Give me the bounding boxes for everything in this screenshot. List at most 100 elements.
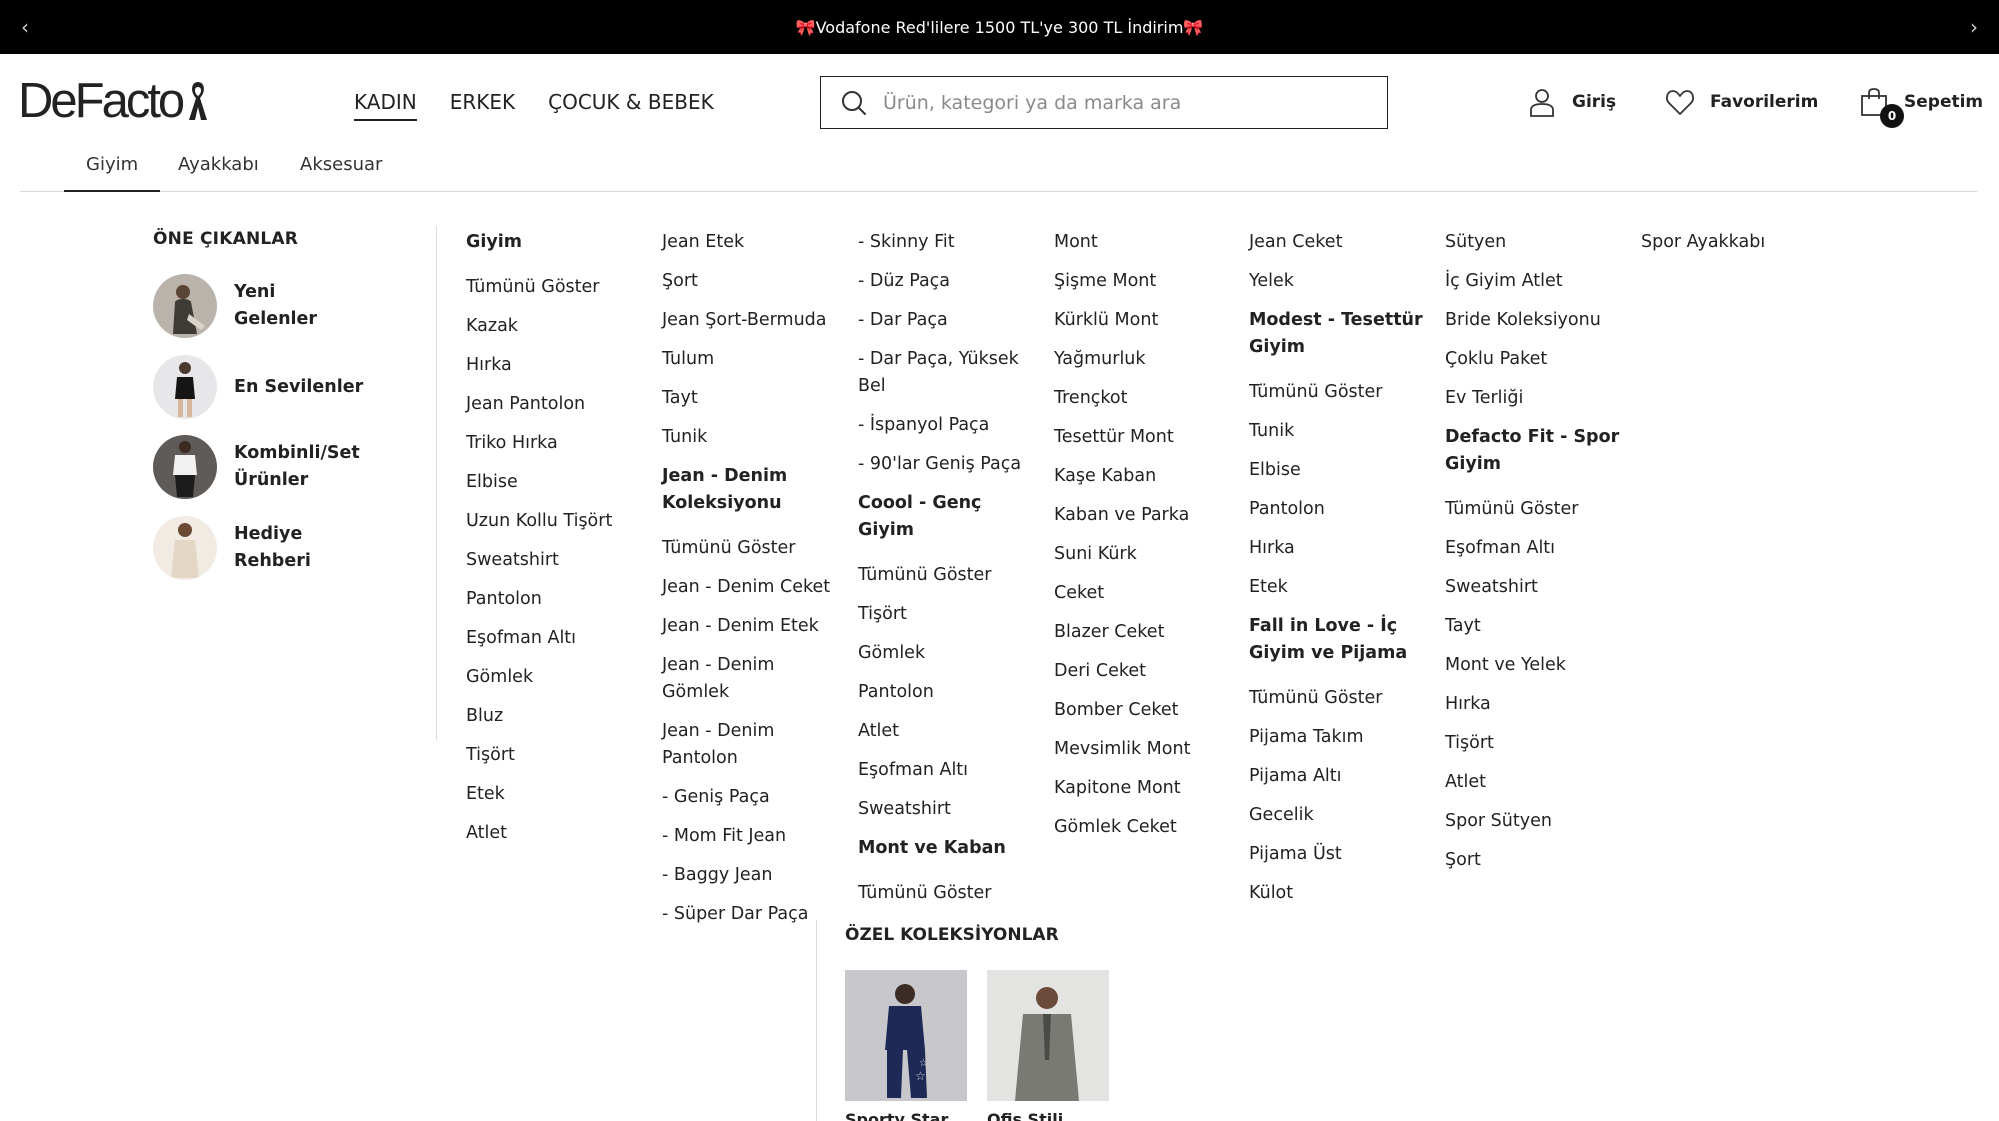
menu-link[interactable]: - Dar Paça, Yüksek Bel (858, 346, 1038, 400)
menu-link[interactable]: İç Giyim Atlet (1445, 268, 1625, 295)
cart-button[interactable]: Sepetim (1858, 86, 1983, 118)
menu-link[interactable]: Çoklu Paket (1445, 346, 1625, 373)
menu-link[interactable]: Eşofman Altı (858, 757, 1038, 784)
menu-link[interactable]: - 90'lar Geniş Paça (858, 451, 1038, 478)
menu-link[interactable]: Tümünü Göster (466, 274, 646, 301)
menu-link[interactable]: Tunik (1249, 418, 1429, 445)
menu-link[interactable]: Pantolon (858, 679, 1038, 706)
menu-link[interactable]: Jean - Denim Etek (662, 613, 842, 640)
menu-link[interactable]: Gömlek (466, 664, 646, 691)
menu-link[interactable]: Spor Sütyen (1445, 808, 1625, 835)
menu-link[interactable]: Kapitone Mont (1054, 775, 1234, 802)
menu-link[interactable]: Yelek (1249, 268, 1429, 295)
menu-link[interactable]: Tümünü Göster (662, 535, 842, 562)
menu-link[interactable]: Bluz (466, 703, 646, 730)
menu-link[interactable]: - Dar Paça (858, 307, 1038, 334)
menu-link[interactable]: Tesettür Mont (1054, 424, 1234, 451)
menu-link[interactable]: Tişört (1445, 730, 1625, 757)
menu-link[interactable]: Gecelik (1249, 802, 1429, 829)
menu-link[interactable]: Mont ve Yelek (1445, 652, 1625, 679)
menu-link[interactable]: Şort (1445, 847, 1625, 874)
menu-link[interactable]: Jean Pantolon (466, 391, 646, 418)
menu-link[interactable]: - Baggy Jean (662, 862, 842, 889)
menu-link[interactable]: Tümünü Göster (1249, 379, 1429, 406)
menu-link[interactable]: Elbise (1249, 457, 1429, 484)
menu-link[interactable]: Etek (1249, 574, 1429, 601)
menu-link[interactable]: Jean - Denim Pantolon (662, 718, 842, 772)
menu-link[interactable]: Pijama Altı (1249, 763, 1429, 790)
menu-heading[interactable]: Fall in Love - İç Giyim ve Pijama (1249, 613, 1429, 667)
menu-link[interactable]: Kaşe Kaban (1054, 463, 1234, 490)
menu-link[interactable]: Jean Etek (662, 229, 842, 256)
menu-link[interactable]: - İspanyol Paça (858, 412, 1038, 439)
menu-link[interactable]: Kazak (466, 313, 646, 340)
menu-link[interactable]: Gömlek (858, 640, 1038, 667)
menu-link[interactable]: Atlet (858, 718, 1038, 745)
menu-link[interactable]: Atlet (466, 820, 646, 847)
menu-link[interactable]: Tümünü Göster (1445, 496, 1625, 523)
menu-link[interactable]: Eşofman Altı (466, 625, 646, 652)
menu-link[interactable]: Jean Ceket (1249, 229, 1429, 256)
menu-link[interactable]: Tayt (1445, 613, 1625, 640)
menu-link[interactable]: Sweatshirt (858, 796, 1038, 823)
menu-link[interactable]: Şort (662, 268, 842, 295)
menu-link[interactable]: Külot (1249, 880, 1429, 907)
menu-link[interactable]: Trençkot (1054, 385, 1234, 412)
tab-ayakkabi[interactable]: Ayakkabı (178, 154, 259, 192)
menu-link[interactable]: Eşofman Altı (1445, 535, 1625, 562)
menu-link[interactable]: Spor Ayakkabı (1641, 229, 1821, 256)
featured-item-kombinli-set[interactable]: Kombinli/Set Ürünler (153, 435, 364, 499)
login-button[interactable]: Giriş (1526, 86, 1616, 118)
menu-link[interactable]: Tümünü Göster (858, 562, 1038, 589)
menu-link[interactable]: Sweatshirt (1445, 574, 1625, 601)
menu-link[interactable]: Kaban ve Parka (1054, 502, 1234, 529)
menu-link[interactable]: Ev Terliği (1445, 385, 1625, 412)
menu-link[interactable]: - Mom Fit Jean (662, 823, 842, 850)
menu-link[interactable]: Pijama Takım (1249, 724, 1429, 751)
tab-aksesuar[interactable]: Aksesuar (300, 154, 382, 192)
menu-link[interactable]: Tişört (466, 742, 646, 769)
featured-item-yeni-gelenler[interactable]: Yeni Gelenler (153, 274, 364, 338)
menu-link[interactable]: Blazer Ceket (1054, 619, 1234, 646)
menu-link[interactable]: Tümünü Göster (858, 880, 1038, 907)
menu-heading[interactable]: Defacto Fit - Spor Giyim (1445, 424, 1625, 478)
menu-link[interactable]: Pantolon (466, 586, 646, 613)
menu-link[interactable]: Suni Kürk (1054, 541, 1234, 568)
menu-link[interactable]: Tişört (858, 601, 1038, 628)
menu-link[interactable]: Sweatshirt (466, 547, 646, 574)
menu-link[interactable]: Jean Şort-Bermuda (662, 307, 842, 334)
menu-link[interactable]: - Skinny Fit (858, 229, 1038, 256)
menu-link[interactable]: Deri Ceket (1054, 658, 1234, 685)
menu-heading[interactable]: Jean - Denim Koleksiyonu (662, 463, 842, 517)
menu-link[interactable]: Şişme Mont (1054, 268, 1234, 295)
chevron-left-icon[interactable]: ‹ (0, 0, 50, 54)
menu-link[interactable]: Tunik (662, 424, 842, 451)
menu-heading[interactable]: Giyim (466, 229, 646, 256)
menu-link[interactable]: Kürklü Mont (1054, 307, 1234, 334)
menu-link[interactable]: Sütyen (1445, 229, 1625, 256)
menu-link[interactable]: Pijama Üst (1249, 841, 1429, 868)
menu-link[interactable]: Jean - Denim Gömlek (662, 652, 842, 706)
tab-giyim[interactable]: Giyim (64, 154, 161, 192)
menu-link[interactable]: Bomber Ceket (1054, 697, 1234, 724)
menu-link[interactable]: Bride Koleksiyonu (1445, 307, 1625, 334)
menu-link[interactable]: Elbise (466, 469, 646, 496)
menu-link[interactable]: Hırka (1249, 535, 1429, 562)
featured-item-en-sevilenler[interactable]: En Sevilenler (153, 355, 364, 419)
announcement-text[interactable]: 🎀Vodafone Red'lilere 1500 TL'ye 300 TL İ… (796, 18, 1204, 37)
favorites-button[interactable]: Favorilerim (1664, 86, 1818, 118)
menu-link[interactable]: Pantolon (1249, 496, 1429, 523)
menu-link[interactable]: Tümünü Göster (1249, 685, 1429, 712)
menu-link[interactable]: Mont (1054, 229, 1234, 256)
collection-card-sporty-star[interactable]: ☆ ☆ (845, 970, 967, 1101)
menu-heading[interactable]: Coool - Genç Giyim (858, 490, 1038, 544)
menu-link[interactable]: Atlet (1445, 769, 1625, 796)
menu-link[interactable]: Uzun Kollu Tişört (466, 508, 646, 535)
menu-link[interactable]: Jean - Denim Ceket (662, 574, 842, 601)
menu-link[interactable]: Hırka (1445, 691, 1625, 718)
featured-item-hediye-rehberi[interactable]: Hediye Rehberi (153, 516, 364, 580)
menu-link[interactable]: Hırka (466, 352, 646, 379)
menu-link[interactable]: Yağmurluk (1054, 346, 1234, 373)
collection-card-ofis-stili[interactable] (987, 970, 1109, 1101)
menu-link[interactable]: Etek (466, 781, 646, 808)
